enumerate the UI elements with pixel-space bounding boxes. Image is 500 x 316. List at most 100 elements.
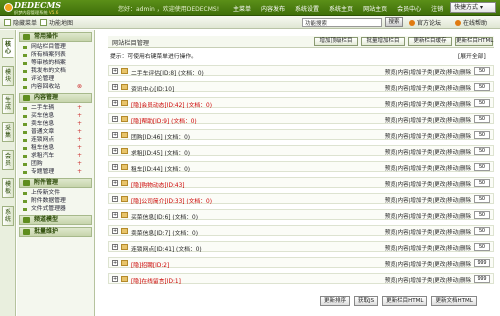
- sidebar-item-buy-car[interactable]: 买车信息 +: [17, 112, 94, 120]
- expand-toggle[interactable]: +: [112, 228, 118, 234]
- topnav-logout[interactable]: 注销: [426, 4, 448, 13]
- add-icon[interactable]: +: [77, 120, 82, 128]
- row-actions[interactable]: 预览|内容|增加子类|更改|移动|删除: [385, 228, 471, 236]
- add-top-column-button[interactable]: 增加顶级栏目: [314, 37, 358, 46]
- sidebar-item-want-rent[interactable]: 求租汽车 +: [17, 152, 94, 160]
- row-actions[interactable]: 预览|内容|增加子类|更改|移动|删除: [385, 116, 471, 124]
- sort-input[interactable]: [474, 243, 490, 251]
- add-icon[interactable]: +: [77, 112, 82, 120]
- topnav-main-menu[interactable]: 主菜单: [228, 4, 256, 13]
- column-name[interactable]: 买菜信息[ID:6] (文档：0): [131, 212, 198, 221]
- sidebar-section-channel-model[interactable]: 频道模型: [19, 215, 92, 225]
- sidebar-item-outlets[interactable]: 连锁网点 +: [17, 136, 94, 144]
- expand-toggle[interactable]: +: [112, 196, 118, 202]
- sort-input[interactable]: [474, 227, 490, 235]
- search-button[interactable]: 搜索: [385, 17, 403, 27]
- expand-toggle[interactable]: +: [112, 116, 118, 122]
- expand-toggle[interactable]: +: [112, 212, 118, 218]
- sort-input[interactable]: [474, 115, 490, 123]
- update-column-html-button[interactable]: 更新栏目HTML: [455, 37, 493, 46]
- vtab-core[interactable]: 核心: [2, 38, 14, 58]
- function-search-input[interactable]: [302, 18, 382, 27]
- sidebar-item-groupbuy[interactable]: 团购 +: [17, 160, 94, 168]
- row-actions[interactable]: 预览|内容|增加子类|更改|移动|删除: [385, 132, 471, 140]
- sort-input[interactable]: [474, 99, 490, 107]
- vtab-generate[interactable]: 生成: [2, 94, 14, 114]
- column-name[interactable]: [隐]公司简介[ID:33] (文档：0): [131, 196, 212, 205]
- sort-input[interactable]: [474, 163, 490, 171]
- expand-toggle[interactable]: +: [112, 164, 118, 170]
- sidebar-item-file-manager[interactable]: 文件式管理器: [17, 205, 94, 213]
- sort-input[interactable]: [474, 83, 490, 91]
- sort-input[interactable]: [474, 195, 490, 203]
- sidebar-section-content[interactable]: 内容管理: [19, 93, 92, 103]
- vtab-template[interactable]: 模板: [2, 178, 14, 198]
- get-js-button[interactable]: 获取JS: [354, 296, 379, 306]
- column-name[interactable]: 租车[ID:44] (文档：0): [131, 164, 190, 173]
- row-actions[interactable]: 预览|内容|增加子类|更改|移动|删除: [385, 148, 471, 156]
- sort-input[interactable]: [474, 147, 490, 155]
- column-name[interactable]: 求租[ID:45] (文档：0): [131, 148, 190, 157]
- sort-input[interactable]: [474, 211, 490, 219]
- update-doc-html-button[interactable]: 更新文档HTML: [431, 296, 477, 306]
- sort-input[interactable]: [474, 259, 490, 267]
- add-icon[interactable]: +: [77, 104, 82, 112]
- expand-toggle[interactable]: +: [112, 132, 118, 138]
- add-icon[interactable]: +: [77, 128, 82, 136]
- topnav-site-home[interactable]: 网站主页: [358, 4, 392, 13]
- column-name[interactable]: 团购[ID:46] (文档：0): [131, 132, 190, 141]
- sidebar-item-all-docs[interactable]: 所有档案列表: [17, 51, 94, 59]
- vtab-system[interactable]: 系统: [2, 206, 14, 226]
- sidebar-item-upload[interactable]: 上传新文件: [17, 189, 94, 197]
- column-name[interactable]: [隐]会员动态[ID:42] (文档：0): [131, 100, 212, 109]
- expand-toggle[interactable]: +: [112, 148, 118, 154]
- sidebar-item-comments[interactable]: 评论管理: [17, 75, 94, 83]
- column-name[interactable]: [隐]在线留言[ID:1]: [131, 276, 181, 285]
- vtab-collect[interactable]: 采集: [2, 122, 14, 142]
- sidebar-item-column-manage[interactable]: 网站栏目管理: [17, 43, 94, 51]
- column-name[interactable]: [隐]购物动态[ID:43]: [131, 180, 185, 189]
- expand-all-link[interactable]: [展开全部]: [458, 51, 486, 60]
- recycle-icon[interactable]: ⊗: [77, 83, 82, 91]
- row-actions[interactable]: 预览|内容|增加子类|更改|移动|删除: [385, 196, 471, 204]
- row-actions[interactable]: 预览|内容|增加子类|更改|移动|删除: [385, 164, 471, 172]
- sidebar-section-batch[interactable]: 批量维护: [19, 227, 92, 237]
- topnav-member[interactable]: 会员中心: [392, 4, 426, 13]
- expand-toggle[interactable]: +: [112, 260, 118, 266]
- update-column-html-footer-button[interactable]: 更新栏目HTML: [382, 296, 428, 306]
- sidebar-section-common[interactable]: 常用操作: [19, 32, 92, 42]
- add-icon[interactable]: +: [77, 136, 82, 144]
- row-actions[interactable]: 预览|内容|增加子类|更改|移动|删除: [385, 180, 471, 188]
- column-name[interactable]: 资讯中心[ID:10]: [131, 84, 174, 93]
- sidebar-item-rental[interactable]: 租车信息 +: [17, 144, 94, 152]
- row-actions[interactable]: 预览|内容|增加子类|更改|移动|删除: [385, 100, 471, 108]
- sidebar-item-my-docs[interactable]: 我发布的文档: [17, 67, 94, 75]
- hide-menu-button[interactable]: 隐藏菜单: [4, 18, 37, 27]
- sidebar-item-topics[interactable]: 专题管理 +: [17, 168, 94, 176]
- expand-toggle[interactable]: +: [112, 100, 118, 106]
- add-icon[interactable]: +: [77, 160, 82, 168]
- row-actions[interactable]: 预览|内容|增加子类|更改|移动|删除: [385, 260, 471, 268]
- vtab-member[interactable]: 会员: [2, 150, 14, 170]
- sidebar-item-attach-data[interactable]: 附件数据管理: [17, 197, 94, 205]
- topnav-publish[interactable]: 内容发布: [256, 4, 290, 13]
- add-icon[interactable]: +: [77, 144, 82, 152]
- sidebar-item-sell-car[interactable]: 卖车信息 +: [17, 120, 94, 128]
- sidebar-item-recycle[interactable]: 内容回收站 ⊗: [17, 83, 94, 91]
- expand-toggle[interactable]: +: [112, 180, 118, 186]
- sidebar-section-attachments[interactable]: 附件管理: [19, 178, 92, 188]
- help-link[interactable]: 在线帮助: [455, 18, 487, 27]
- vtab-module[interactable]: 模块: [2, 66, 14, 86]
- column-name[interactable]: 连锁网点[ID:41] (文档：0): [131, 244, 202, 253]
- row-actions[interactable]: 预览|内容|增加子类|更改|移动|删除: [385, 276, 471, 284]
- sidebar-item-articles[interactable]: 普通文章 +: [17, 128, 94, 136]
- sort-input[interactable]: [474, 275, 490, 283]
- column-name[interactable]: [隐]帮助[ID:9] (文档：0): [131, 116, 197, 125]
- add-icon[interactable]: +: [77, 168, 82, 176]
- update-cache-button[interactable]: 更新栏目缓存: [408, 37, 452, 46]
- row-actions[interactable]: 预览|内容|增加子类|更改|移动|删除: [385, 244, 471, 252]
- forum-link[interactable]: 官方论坛: [409, 18, 441, 27]
- sort-input[interactable]: [474, 131, 490, 139]
- sort-input[interactable]: [474, 67, 490, 75]
- expand-toggle[interactable]: +: [112, 276, 118, 282]
